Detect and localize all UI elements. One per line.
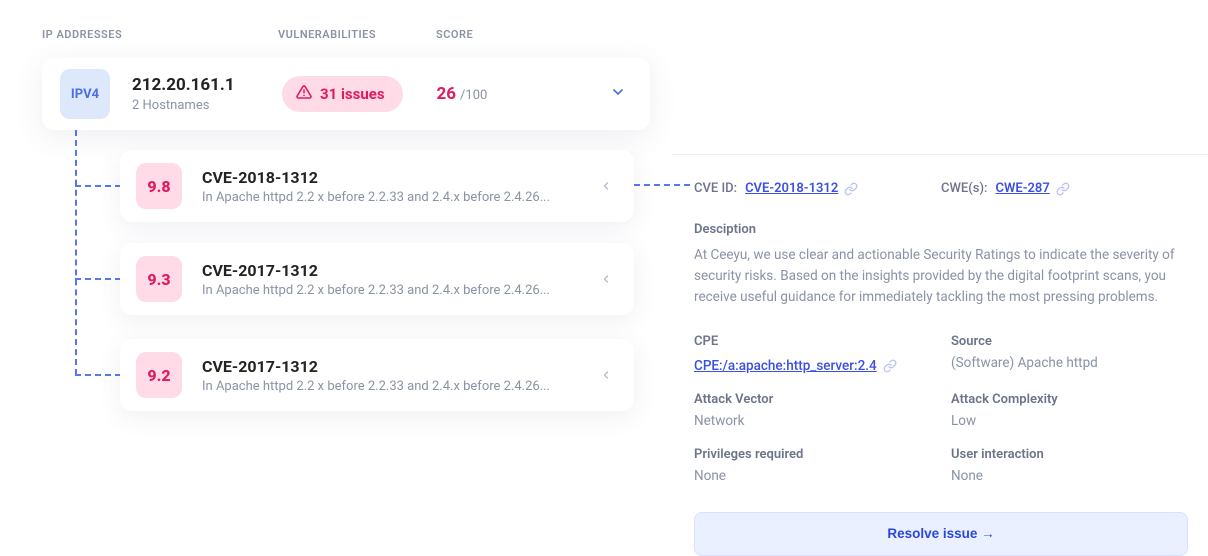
attack-vector-value: Network [694, 413, 931, 429]
vulnerability-list-panel: IP ADDRESSES VULNERABILITIES SCORE IPV4 … [0, 0, 672, 556]
attack-vector-label: Attack Vector [694, 392, 931, 407]
cwe-link[interactable]: CWE-287 [995, 181, 1069, 196]
tree-connector [75, 278, 121, 280]
cve-short-desc: In Apache httpd 2.2 x before 2.2.33 and … [202, 283, 572, 298]
cve-id-value: CVE-2018-1312 [745, 181, 838, 196]
chevron-left-icon [600, 366, 612, 385]
user-interaction-label: User interaction [951, 447, 1188, 462]
vulnerability-row[interactable]: 9.3 CVE-2017-1312 In Apache httpd 2.2 x … [120, 243, 634, 315]
ipv4-badge: IPV4 [60, 69, 110, 119]
cwe-value: CWE-287 [995, 181, 1049, 196]
source-label: Source [951, 334, 1188, 349]
external-link-icon [883, 359, 897, 373]
source-value: (Software) Apache httpd [951, 355, 1188, 371]
description-body: At Ceeyu, we use clear and actionable Se… [694, 245, 1188, 308]
tree-connector [75, 374, 121, 376]
column-headers: IP ADDRESSES VULNERABILITIES SCORE [0, 0, 672, 41]
external-link-icon [1056, 182, 1070, 196]
privileges-value: None [694, 468, 931, 484]
cwe-label: CWE(s): [941, 181, 987, 196]
description-label: Desciption [694, 222, 1188, 237]
attack-complexity-label: Attack Complexity [951, 392, 1188, 407]
cve-short-desc: In Apache httpd 2.2 x before 2.2.33 and … [202, 379, 572, 394]
ip-address: 212.20.161.1 [132, 75, 282, 95]
cve-id-label: CVE ID: [694, 181, 737, 196]
expand-row-button[interactable] [594, 363, 618, 387]
tree-connector-vertical [75, 130, 77, 375]
issues-count: 31 issues [320, 85, 385, 103]
col-header-vulnerabilities: VULNERABILITIES [278, 28, 436, 41]
ip-address-card[interactable]: IPV4 212.20.161.1 2 Hostnames 31 issues … [42, 58, 650, 130]
severity-badge: 9.8 [136, 163, 182, 209]
severity-badge: 9.2 [136, 352, 182, 398]
issues-pill: 31 issues [282, 76, 403, 112]
privileges-label: Privileges required [694, 447, 931, 462]
cve-id-link[interactable]: CVE-2018-1312 [745, 181, 858, 196]
chevron-left-icon [600, 177, 612, 196]
cpe-value: CPE:/a:apache:http_server:2.4 [694, 358, 877, 374]
chevron-left-icon [600, 270, 612, 289]
score: 26 /100 [437, 84, 488, 104]
resolve-issue-label: Resolve issue → [887, 526, 994, 541]
cve-title: CVE-2017-1312 [202, 261, 594, 280]
tree-connector-detail [634, 184, 690, 186]
score-value: 26 [437, 84, 457, 104]
vulnerability-row[interactable]: 9.8 CVE-2018-1312 In Apache httpd 2.2 x … [120, 150, 634, 222]
tree-connector [75, 185, 121, 187]
chevron-down-icon [610, 84, 626, 104]
severity-badge: 9.3 [136, 256, 182, 302]
cpe-label: CPE [694, 334, 931, 349]
cve-short-desc: In Apache httpd 2.2 x before 2.2.33 and … [202, 190, 572, 205]
expand-row-button[interactable] [594, 174, 618, 198]
alert-triangle-icon [296, 84, 312, 104]
col-header-score: SCORE [436, 28, 473, 41]
cpe-link[interactable]: CPE:/a:apache:http_server:2.4 [694, 358, 897, 374]
expand-row-button[interactable] [594, 267, 618, 291]
attack-complexity-value: Low [951, 413, 1188, 429]
cve-title: CVE-2018-1312 [202, 168, 594, 187]
external-link-icon [844, 182, 858, 196]
expand-button[interactable] [604, 80, 632, 108]
vulnerability-detail-panel: CVE ID: CVE-2018-1312 CWE(s): CWE-287 [672, 154, 1208, 556]
resolve-issue-button[interactable]: Resolve issue → [694, 512, 1188, 556]
score-max: /100 [460, 88, 487, 103]
col-header-ip: IP ADDRESSES [42, 28, 278, 41]
vulnerability-row[interactable]: 9.2 CVE-2017-1312 In Apache httpd 2.2 x … [120, 339, 634, 411]
hostname-count: 2 Hostnames [132, 98, 282, 113]
user-interaction-value: None [951, 468, 1188, 484]
cve-title: CVE-2017-1312 [202, 357, 594, 376]
